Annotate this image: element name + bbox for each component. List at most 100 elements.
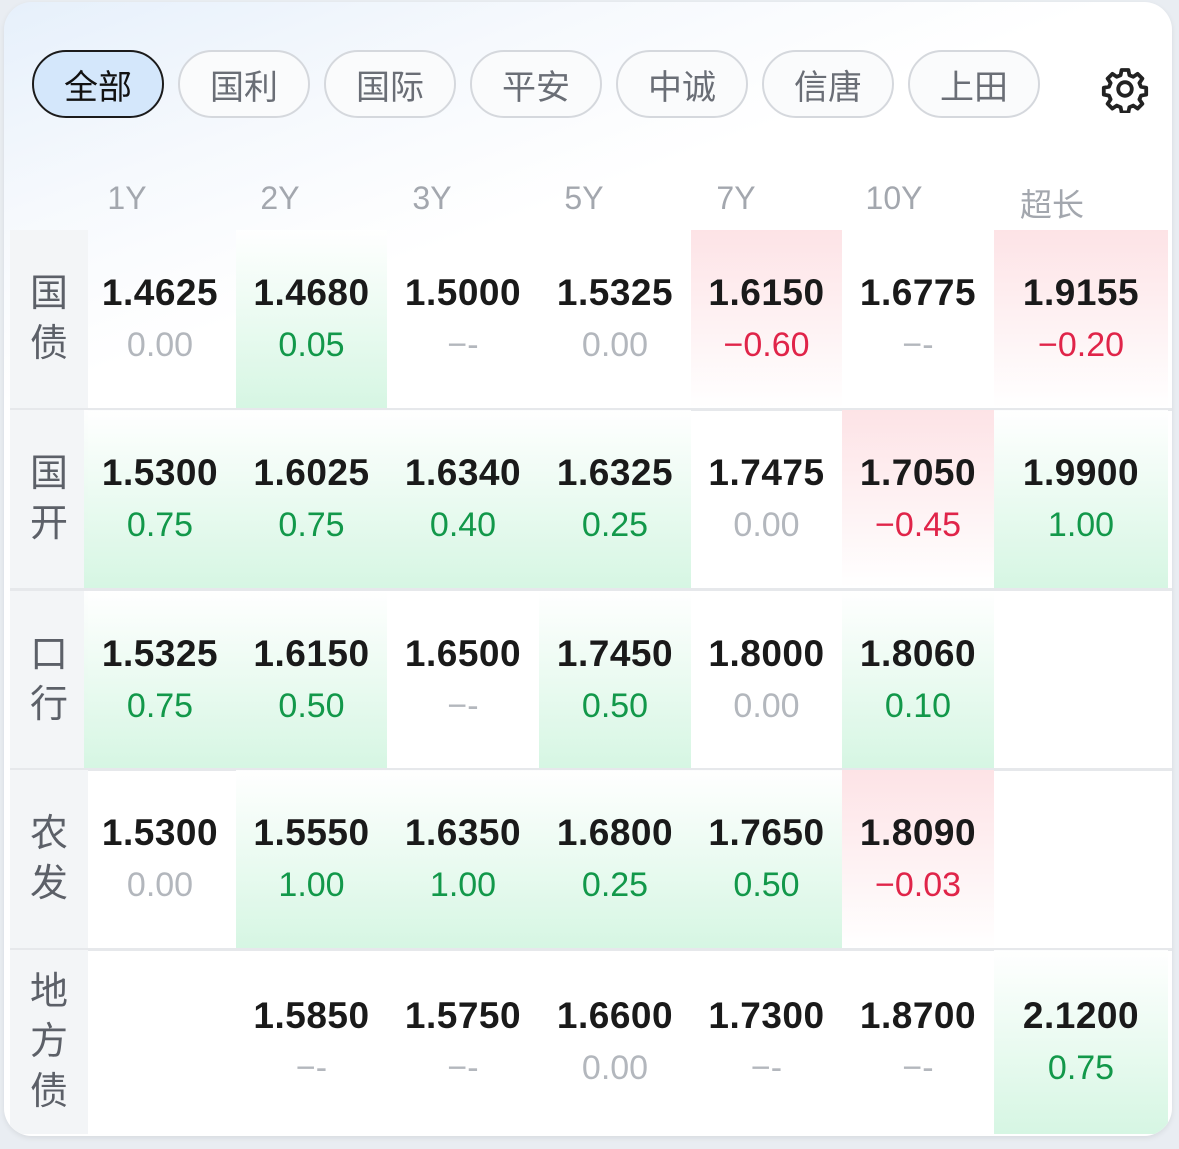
yield-cell[interactable]: 1.8000 0.00	[691, 591, 842, 768]
change-value: 1.00	[1047, 506, 1115, 544]
change-value: −0.45	[874, 506, 962, 544]
yield-value: 1.7650	[708, 812, 825, 853]
yield-value: 1.5000	[404, 272, 522, 313]
yield-value: 1.7300	[708, 995, 825, 1036]
yield-cell[interactable]: 1.5550 1.00	[236, 770, 387, 948]
change-value: 0.00	[733, 686, 800, 725]
change-value: 0.00	[581, 326, 649, 364]
row-label: 国开	[10, 410, 88, 588]
change-value: 1.00	[278, 866, 345, 904]
change-value: 0.50	[581, 686, 649, 725]
yield-value: 1.6025	[253, 452, 370, 493]
change-value: 0.00	[733, 506, 800, 544]
yield-value: 1.5750	[404, 995, 522, 1036]
yield-cell[interactable]: 1.5300 0.75	[84, 410, 236, 588]
yield-value: 1.7450	[556, 632, 674, 674]
column-header: 2Y	[260, 180, 300, 216]
yield-cell[interactable]: 1.8700 −-	[842, 950, 994, 1134]
change-value: −-	[447, 326, 479, 364]
yield-cell[interactable]: 1.9155 −0.20	[994, 230, 1168, 408]
yield-cell[interactable]: 1.6150 −0.60	[691, 230, 842, 408]
yield-cell[interactable]: 1.6325 0.25	[539, 410, 691, 588]
yield-cell[interactable]: 1.6150 0.50	[236, 591, 387, 768]
yield-cell[interactable]: 1.6340 0.40	[387, 410, 539, 588]
yield-value: 1.5550	[253, 812, 370, 853]
yield-cell[interactable]: 1.5000 −-	[387, 230, 539, 408]
yield-cell[interactable]: 1.7450 0.50	[539, 591, 691, 768]
yield-cell[interactable]: 1.6775 −-	[842, 230, 994, 408]
column-header: 7Y	[716, 180, 756, 216]
yield-cell[interactable]: 1.6500 −-	[387, 591, 539, 768]
yield-cell[interactable]: 1.5750 −-	[387, 950, 539, 1134]
yield-cell[interactable]: 1.6800 0.25	[539, 770, 691, 948]
change-value: 0.75	[1047, 1049, 1115, 1087]
yield-value: 1.6150	[708, 272, 825, 313]
yield-value: 1.6350	[404, 812, 522, 853]
tab-shangtian[interactable]: 上田	[908, 50, 1040, 118]
row-label: 地方债	[10, 950, 88, 1134]
gear-icon	[1101, 68, 1149, 113]
change-value: 0.00	[126, 866, 194, 904]
yield-value: 1.5300	[101, 812, 219, 853]
yield-cell[interactable]: 1.7050 −0.45	[842, 410, 994, 588]
settings-button[interactable]	[1100, 64, 1150, 114]
change-value: 1.00	[429, 866, 497, 904]
yield-value: 1.6325	[556, 452, 674, 493]
change-value: −0.03	[874, 866, 962, 904]
yield-value: 1.9900	[1022, 452, 1140, 493]
yield-cell[interactable]: 1.4625 0.00	[84, 230, 236, 408]
column-header: 5Y	[564, 180, 604, 216]
change-value: 0.75	[278, 506, 345, 544]
yield-value: 2.1200	[1022, 995, 1140, 1036]
change-value: 0.25	[581, 866, 649, 904]
yield-value: 1.6775	[859, 272, 977, 313]
tab-guoji[interactable]: 国际	[324, 50, 456, 118]
yield-cell[interactable]: 1.5850 −-	[236, 950, 387, 1134]
row-label: 国债	[10, 230, 88, 408]
yield-cell[interactable]: 1.9900 1.00	[994, 410, 1168, 588]
yield-cell[interactable]: 1.4680 0.05	[236, 230, 387, 408]
change-value: 0.50	[733, 866, 800, 904]
tab-guoli[interactable]: 国利	[178, 50, 310, 118]
tab-xintang[interactable]: 信唐	[762, 50, 894, 118]
yield-cell[interactable]: 1.6350 1.00	[387, 770, 539, 948]
yield-value: 1.6340	[404, 452, 522, 493]
change-value: −0.60	[723, 326, 810, 364]
tab-zhongcheng[interactable]: 中诚	[616, 50, 748, 118]
column-header: 3Y	[412, 180, 452, 216]
change-value: 0.50	[278, 686, 345, 725]
yield-cell[interactable]: 1.5325 0.75	[84, 591, 236, 768]
tab-all[interactable]: 全部	[32, 50, 164, 118]
yield-value: 1.9155	[1022, 272, 1140, 313]
yield-cell[interactable]: 1.8060 0.10	[842, 591, 994, 768]
change-value: 0.25	[581, 506, 649, 544]
yield-cell[interactable]: 1.6025 0.75	[236, 410, 387, 588]
change-value: −-	[750, 1049, 783, 1087]
yield-cell[interactable]: 1.8090 −0.03	[842, 770, 994, 948]
change-value: 0.75	[126, 506, 194, 544]
yield-value: 1.4680	[253, 272, 370, 313]
yield-cell[interactable]: 1.7475 0.00	[691, 410, 842, 588]
yield-value: 1.7475	[708, 452, 825, 493]
change-value: 0.05	[278, 326, 345, 364]
change-value: 0.00	[581, 1049, 649, 1087]
change-value: 0.75	[126, 686, 194, 725]
change-value: 0.10	[884, 686, 952, 725]
change-value: −0.20	[1037, 326, 1125, 364]
yield-value: 1.4625	[101, 272, 219, 313]
yield-cell[interactable]: 2.1200 0.75	[994, 950, 1168, 1134]
yield-cell[interactable]: 1.5325 0.00	[539, 230, 691, 408]
yield-value: 1.8090	[859, 812, 977, 853]
yield-value: 1.6800	[556, 812, 674, 853]
yield-cell[interactable]: 1.5300 0.00	[84, 770, 236, 948]
yield-value: 1.5300	[101, 452, 219, 493]
yield-value: 1.6150	[253, 632, 370, 674]
yield-cell[interactable]: 1.6600 0.00	[539, 950, 691, 1134]
change-value: −-	[295, 1049, 328, 1087]
row-label: 口行	[10, 591, 88, 768]
yield-cell[interactable]: 1.7650 0.50	[691, 770, 842, 948]
yield-cell[interactable]: 1.7300 −-	[691, 950, 842, 1134]
tab-pingan[interactable]: 平安	[470, 50, 602, 118]
yield-value: 1.6600	[556, 995, 674, 1036]
column-header: 超长	[1019, 187, 1084, 223]
